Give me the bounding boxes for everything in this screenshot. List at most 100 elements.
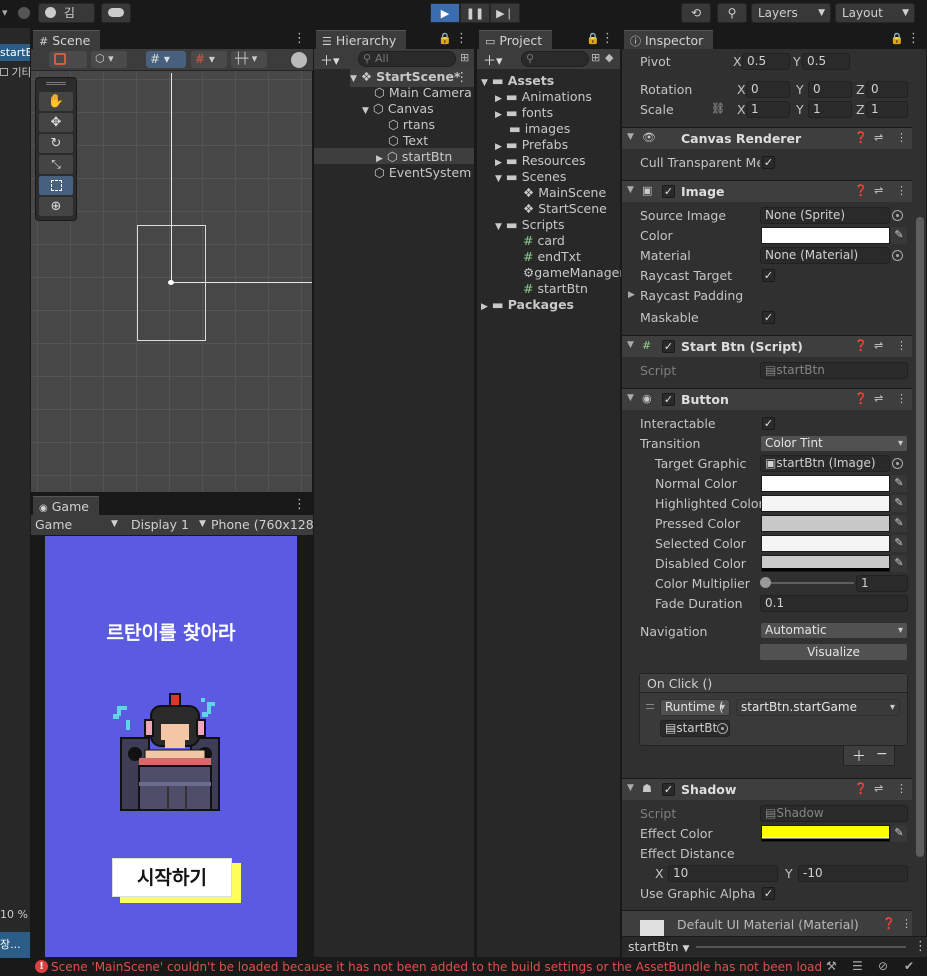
object-picker-icon[interactable] — [717, 723, 728, 734]
help-icon[interactable]: ❓ — [854, 184, 868, 197]
help-icon[interactable]: ❓ — [882, 917, 896, 930]
step-button[interactable]: ▶❘ — [490, 3, 520, 23]
project-script-gamemanager[interactable]: ⚙gameManager — [523, 265, 624, 281]
settings-icon[interactable]: ⇌ — [874, 339, 883, 352]
pivot-y-field[interactable]: 0.5 — [802, 53, 850, 70]
tab-inspector[interactable]: ⓘ Inspector — [624, 30, 714, 49]
secondary-item[interactable]: 기타 — [0, 64, 30, 80]
tag-icon[interactable]: ◆ — [605, 51, 613, 64]
tab-project[interactable]: ▭ Project — [479, 30, 553, 49]
rect-tool-button[interactable] — [39, 176, 73, 195]
tab-scene[interactable]: # Scene — [33, 30, 101, 49]
object-picker-icon[interactable] — [892, 250, 903, 261]
lighting-toggle[interactable] — [291, 52, 307, 68]
settings-icon[interactable]: ⇌ — [874, 782, 883, 795]
layers-status-icon[interactable]: ☰ — [852, 959, 863, 973]
visualize-button[interactable]: Visualize — [759, 643, 908, 661]
color-multiplier-slider-handle[interactable] — [760, 577, 771, 588]
fade-duration-field[interactable]: 0.1 — [760, 595, 908, 612]
pivot-x-field[interactable]: 0.5 — [742, 53, 790, 70]
more-menu-icon[interactable]: ⋮ — [901, 917, 912, 930]
startbtn-script-header[interactable]: ▼ # ✓ Start Btn (Script) ❓ ⇌ ⋮ — [622, 335, 912, 357]
more-menu-icon[interactable]: ⋮ — [896, 392, 907, 405]
hierarchy-row-main-camera[interactable]: ⬡ Main Camera — [374, 85, 472, 101]
start-button[interactable]: 시작하기 — [112, 858, 232, 897]
add-button[interactable]: ＋▾ — [483, 50, 503, 69]
lock-icon[interactable]: 🔒 — [586, 32, 600, 45]
help-icon[interactable]: ❓ — [854, 392, 868, 405]
more-menu-icon[interactable]: ⋮ — [914, 939, 927, 954]
lock-icon[interactable]: 🔒 — [890, 32, 904, 45]
eyedropper-icon[interactable]: ✎ — [891, 227, 907, 244]
cloud-button[interactable] — [101, 3, 131, 23]
hierarchy-row-rtans[interactable]: ⬡ rtans — [388, 117, 435, 133]
more-menu-icon[interactable]: ⋮ — [896, 184, 907, 197]
project-folder-images[interactable]: ▬ images — [509, 121, 570, 137]
use-graphic-alpha-checkbox[interactable]: ✓ — [762, 887, 775, 900]
button-enabled-checkbox[interactable]: ✓ — [662, 393, 675, 406]
search-button[interactable]: ⚲ — [717, 3, 747, 23]
footer-splitter[interactable] — [696, 946, 906, 948]
maskable-checkbox[interactable]: ✓ — [762, 311, 775, 324]
color-multiplier-slider-track[interactable] — [764, 582, 854, 584]
chevron-right-icon[interactable]: ▶ — [628, 290, 635, 300]
effect-distance-x-field[interactable]: 10 — [668, 865, 778, 882]
rotation-x-field[interactable]: 0 — [746, 81, 790, 98]
resolution-dropdown[interactable]: Phone (760x1280 — [211, 517, 314, 532]
disabled-color-swatch[interactable] — [761, 555, 890, 572]
increment-snap-button[interactable]: # ▾ — [191, 51, 227, 68]
hand-tool-button[interactable]: ✋ — [39, 92, 73, 111]
palette-handle[interactable] — [46, 82, 66, 85]
bottom-left-tab[interactable]: 장... — [0, 932, 30, 958]
project-search-input[interactable]: ⚲ — [521, 51, 589, 67]
function-dropdown[interactable]: startBtn.startGame — [736, 699, 900, 716]
object-picker-icon[interactable] — [892, 210, 903, 221]
shadow-header[interactable]: ▼ ☗ ✓ Shadow ❓ ⇌ ⋮ — [622, 778, 912, 800]
runtime-dropdown[interactable]: Runtime ( — [660, 699, 730, 716]
more-menu-icon[interactable]: ⋮ — [601, 31, 614, 46]
project-script-endtxt[interactable]: # endTxt — [523, 249, 581, 265]
image-enabled-checkbox[interactable]: ✓ — [662, 185, 675, 198]
grid-snap-button[interactable]: # ▾ — [146, 51, 186, 68]
settings-icon[interactable]: ⇌ — [874, 131, 883, 144]
material-section[interactable]: Default UI Material (Material) ❓ ⋮ — [622, 910, 912, 936]
inspector-scrollbar[interactable] — [916, 217, 924, 857]
project-folder-packages[interactable]: ▶ ▬ Packages — [481, 297, 574, 315]
image-header[interactable]: ▼ ▣ ✓ Image ❓ ⇌ ⋮ — [622, 180, 912, 202]
account-dropdown[interactable]: 김 ▼ — [38, 3, 95, 38]
history-button[interactable]: ⟲ — [681, 3, 711, 23]
link-icon[interactable]: ⛓ — [711, 102, 725, 115]
color-multiplier-field[interactable]: 1 — [856, 575, 908, 592]
project-scene-mainscene[interactable]: ❖ MainScene — [523, 185, 606, 201]
play-button[interactable]: ▶ — [430, 3, 460, 23]
object-name-dropdown[interactable]: startBtn ▼ — [628, 939, 689, 954]
filter-icon[interactable]: ⊞ — [591, 51, 600, 64]
more-menu-icon[interactable]: ⋮ — [907, 31, 920, 46]
game-mode-dropdown[interactable]: Game ▼ — [35, 517, 123, 532]
layout-dropdown[interactable]: Layout ▼ — [835, 3, 915, 23]
hierarchy-row-text[interactable]: ⬡ Text — [388, 133, 428, 149]
layers-dropdown[interactable]: Layers ▼ — [751, 3, 831, 23]
cull-transparent-checkbox[interactable]: ✓ — [762, 156, 775, 169]
more-menu-icon[interactable]: ⋮ — [293, 31, 306, 46]
settings-icon[interactable]: ⇌ — [874, 392, 883, 405]
back-icon[interactable] — [18, 7, 30, 19]
drag-handle-icon[interactable] — [646, 704, 654, 709]
error-message[interactable]: Scene 'MainScene' couldn't be loaded bec… — [51, 960, 821, 974]
selected-color-swatch[interactable] — [761, 535, 890, 552]
target-graphic-field[interactable]: ▣startBtn (Image) — [760, 455, 890, 472]
render-mode-button[interactable]: ⬡ ▾ — [91, 51, 127, 68]
navigation-dropdown[interactable]: Automatic — [760, 622, 908, 639]
pressed-color-swatch[interactable] — [761, 515, 890, 532]
button-header[interactable]: ▼ ◉ ✓ Button ❓ ⇌ ⋮ — [622, 388, 912, 410]
material-field[interactable]: None (Material) — [760, 247, 890, 264]
more-menu-icon[interactable]: ⋮ — [896, 131, 907, 144]
project-script-startbtn[interactable]: # startBtn — [523, 281, 588, 297]
scale-z-field[interactable]: 1 — [866, 101, 908, 118]
eyedropper-icon[interactable]: ✎ — [891, 555, 907, 572]
project-script-card[interactable]: # card — [523, 233, 565, 249]
pause-button[interactable]: ❚❚ — [460, 3, 490, 23]
draw-mode-button[interactable] — [49, 51, 87, 68]
eyedropper-icon[interactable]: ✎ — [891, 495, 907, 512]
rotation-z-field[interactable]: 0 — [866, 81, 908, 98]
